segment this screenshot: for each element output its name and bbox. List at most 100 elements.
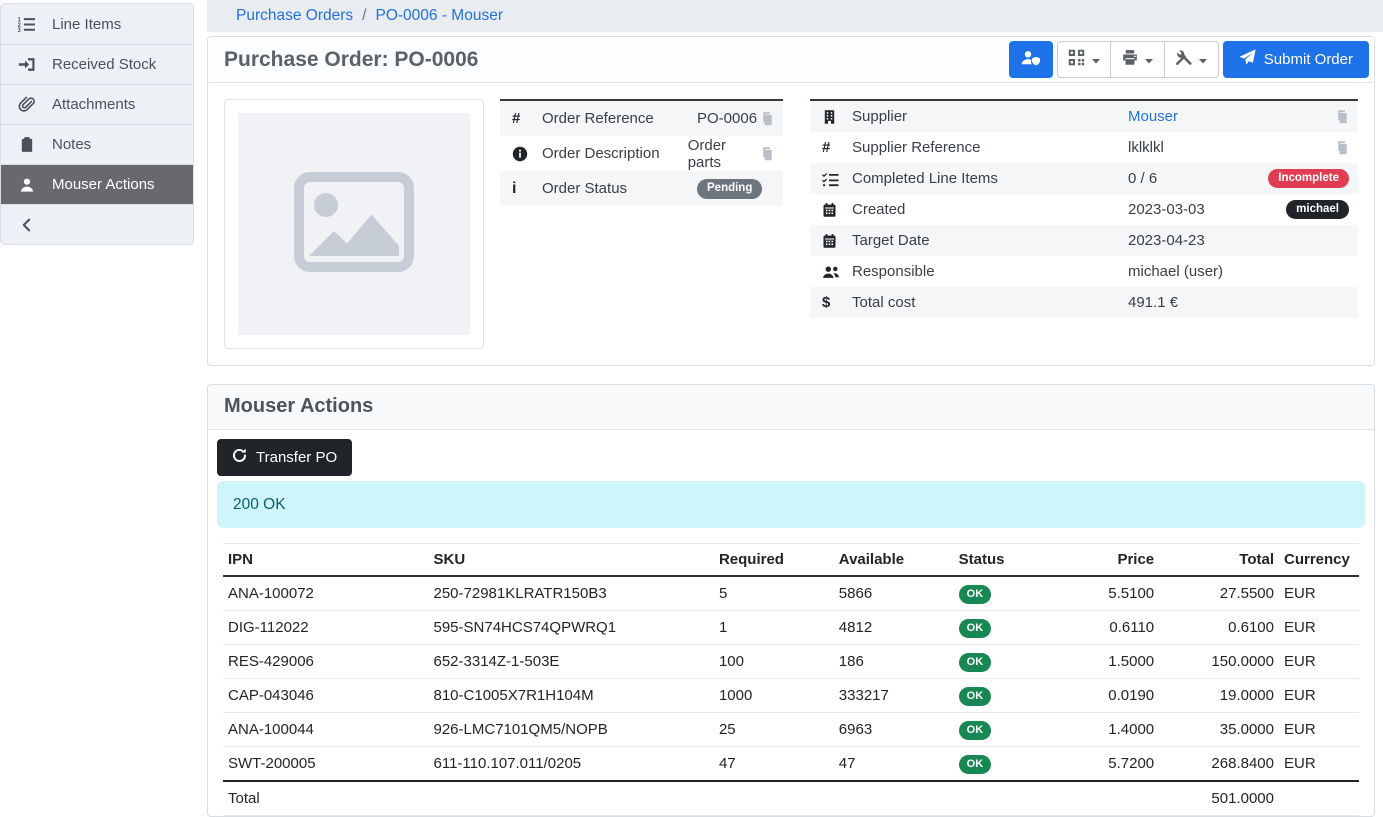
cell-status: OK [954, 645, 1062, 679]
cell-ipn: SWT-200005 [223, 747, 429, 782]
copy-icon[interactable] [759, 146, 774, 162]
supplier-details-table: Supplier Mouser # Supplier Reference lkl… [810, 99, 1358, 335]
sidebar-item-received-stock[interactable]: Received Stock [1, 44, 193, 84]
cell-price: 5.5100 [1062, 576, 1159, 611]
cell-currency: EUR [1279, 645, 1359, 679]
cell-price: 1.5000 [1062, 645, 1159, 679]
sidebar-item-line-items[interactable]: 123 Line Items [1, 4, 193, 44]
sidebar-item-notes[interactable]: Notes [1, 124, 193, 164]
detail-label: Supplier [852, 108, 1128, 125]
detail-label: Responsible [852, 263, 1128, 280]
sidebar-item-label: Mouser Actions [52, 176, 155, 193]
parts-table: IPNSKURequiredAvailableStatusPriceTotalC… [223, 543, 1359, 816]
paperclip-icon [14, 96, 39, 113]
hash-icon: # [822, 140, 852, 155]
grand-total-value: 501.0000 [1159, 781, 1279, 816]
parts-row-ANA-100044: ANA-100044926-LMC7101QM5/NOPB256963OK1.4… [223, 713, 1359, 747]
printer-icon [1121, 49, 1139, 70]
order-actions-menu-button[interactable] [1165, 41, 1219, 78]
submit-order-button[interactable]: Submit Order [1223, 41, 1369, 78]
chevron-left-icon [14, 218, 39, 232]
mouser-actions-title: Mouser Actions [208, 385, 1374, 430]
svg-text:3: 3 [18, 28, 21, 33]
sidebar-item-attachments[interactable]: Attachments [1, 84, 193, 124]
col-header-price: Price [1062, 544, 1159, 577]
toolbar: Submit Order [1009, 41, 1369, 78]
detail-value: lklklkl [1128, 139, 1164, 156]
caret-down-icon [1144, 56, 1154, 66]
user-shield-icon [1020, 49, 1041, 70]
cell-total: 150.0000 [1159, 645, 1279, 679]
detail-label: Target Date [852, 232, 1128, 249]
cell-currency: EUR [1279, 713, 1359, 747]
cell-price: 0.6110 [1062, 611, 1159, 645]
purchase-order-body: # Order Reference PO-0006 Order Descript… [208, 83, 1374, 365]
cell-available: 333217 [834, 679, 954, 713]
col-header-ipn: IPN [223, 544, 429, 577]
barcode-menu-button[interactable] [1057, 41, 1111, 78]
caret-down-icon [1198, 56, 1208, 66]
building-icon [822, 109, 852, 125]
print-menu-button[interactable] [1111, 41, 1165, 78]
detail-row: Supplier Mouser [810, 101, 1358, 132]
detail-label: Order Status [542, 180, 697, 197]
detail-row: # Order Reference PO-0006 [500, 101, 783, 136]
parts-row-ANA-100072: ANA-100072250-72981KLRATR150B355866OK5.5… [223, 576, 1359, 611]
sidebar: 123 Line Items Received Stock Attachment… [0, 3, 194, 245]
cell-price: 0.0190 [1062, 679, 1159, 713]
main-content: Purchase Orders / PO-0006 - Mouser Purch… [207, 0, 1383, 817]
cell-price: 5.7200 [1062, 747, 1159, 782]
parts-table-header: IPNSKURequiredAvailableStatusPriceTotalC… [223, 544, 1359, 577]
cell-total: 268.8400 [1159, 747, 1279, 782]
cell-status: OK [954, 747, 1062, 782]
detail-label: Order Description [542, 145, 688, 162]
mouser-actions-body: Transfer PO 200 OK IPNSKURequiredAvailab… [208, 430, 1374, 816]
status-ok-badge: OK [959, 687, 992, 706]
cell-sku: 926-LMC7101QM5/NOPB [429, 713, 714, 747]
sidebar-item-label: Attachments [52, 96, 135, 113]
detail-value: 0 / 6 [1128, 170, 1157, 187]
empty-row [810, 318, 1358, 335]
list-check-icon [822, 171, 852, 187]
cell-currency: EUR [1279, 576, 1359, 611]
sidebar-item-mouser-actions[interactable]: Mouser Actions [1, 164, 193, 204]
order-status-badge: Pending [697, 179, 762, 199]
breadcrumb: Purchase Orders / PO-0006 - Mouser [207, 0, 1383, 32]
order-image-card[interactable] [224, 99, 484, 349]
cell-sku: 595-SN74HCS74QPWRQ1 [429, 611, 714, 645]
col-header-sku: SKU [429, 544, 714, 577]
detail-value: Pending [697, 178, 762, 199]
detail-row: $ Total cost 491.1 € [810, 287, 1358, 318]
user-permissions-button[interactable] [1009, 41, 1053, 78]
copy-icon[interactable] [759, 111, 774, 127]
cell-available: 4812 [834, 611, 954, 645]
breadcrumb-link-purchase-orders[interactable]: Purchase Orders [236, 7, 353, 25]
cell-available: 47 [834, 747, 954, 782]
parts-row-RES-429006: RES-429006652-3314Z-1-503E100186OK1.5000… [223, 645, 1359, 679]
detail-label: Completed Line Items [852, 170, 1128, 187]
cell-status: OK [954, 679, 1062, 713]
sidebar-item-label: Line Items [52, 16, 121, 33]
cell-total: 27.5500 [1159, 576, 1279, 611]
detail-row: Created 2023-03-03 michael [810, 194, 1358, 225]
cell-status: OK [954, 611, 1062, 645]
sidebar-collapse[interactable] [1, 204, 193, 244]
qrcode-icon [1067, 48, 1086, 71]
users-icon [822, 264, 852, 280]
info-circle-icon [512, 146, 542, 162]
cell-total: 0.6100 [1159, 611, 1279, 645]
copy-icon[interactable] [1334, 109, 1349, 125]
transfer-po-button[interactable]: Transfer PO [217, 439, 352, 476]
breadcrumb-separator: / [362, 7, 366, 25]
cell-ipn: CAP-043046 [223, 679, 429, 713]
copy-icon[interactable] [1334, 140, 1349, 156]
user-icon [14, 177, 39, 193]
supplier-link[interactable]: Mouser [1128, 108, 1178, 125]
cell-available: 6963 [834, 713, 954, 747]
info-icon: i [512, 181, 542, 197]
breadcrumb-link-po[interactable]: PO-0006 - Mouser [375, 7, 503, 25]
parts-row-CAP-043046: CAP-043046810-C1005X7R1H104M1000333217OK… [223, 679, 1359, 713]
detail-row: Completed Line Items 0 / 6 Incomplete [810, 163, 1358, 194]
cell-currency: EUR [1279, 747, 1359, 782]
cell-required: 5 [714, 576, 834, 611]
